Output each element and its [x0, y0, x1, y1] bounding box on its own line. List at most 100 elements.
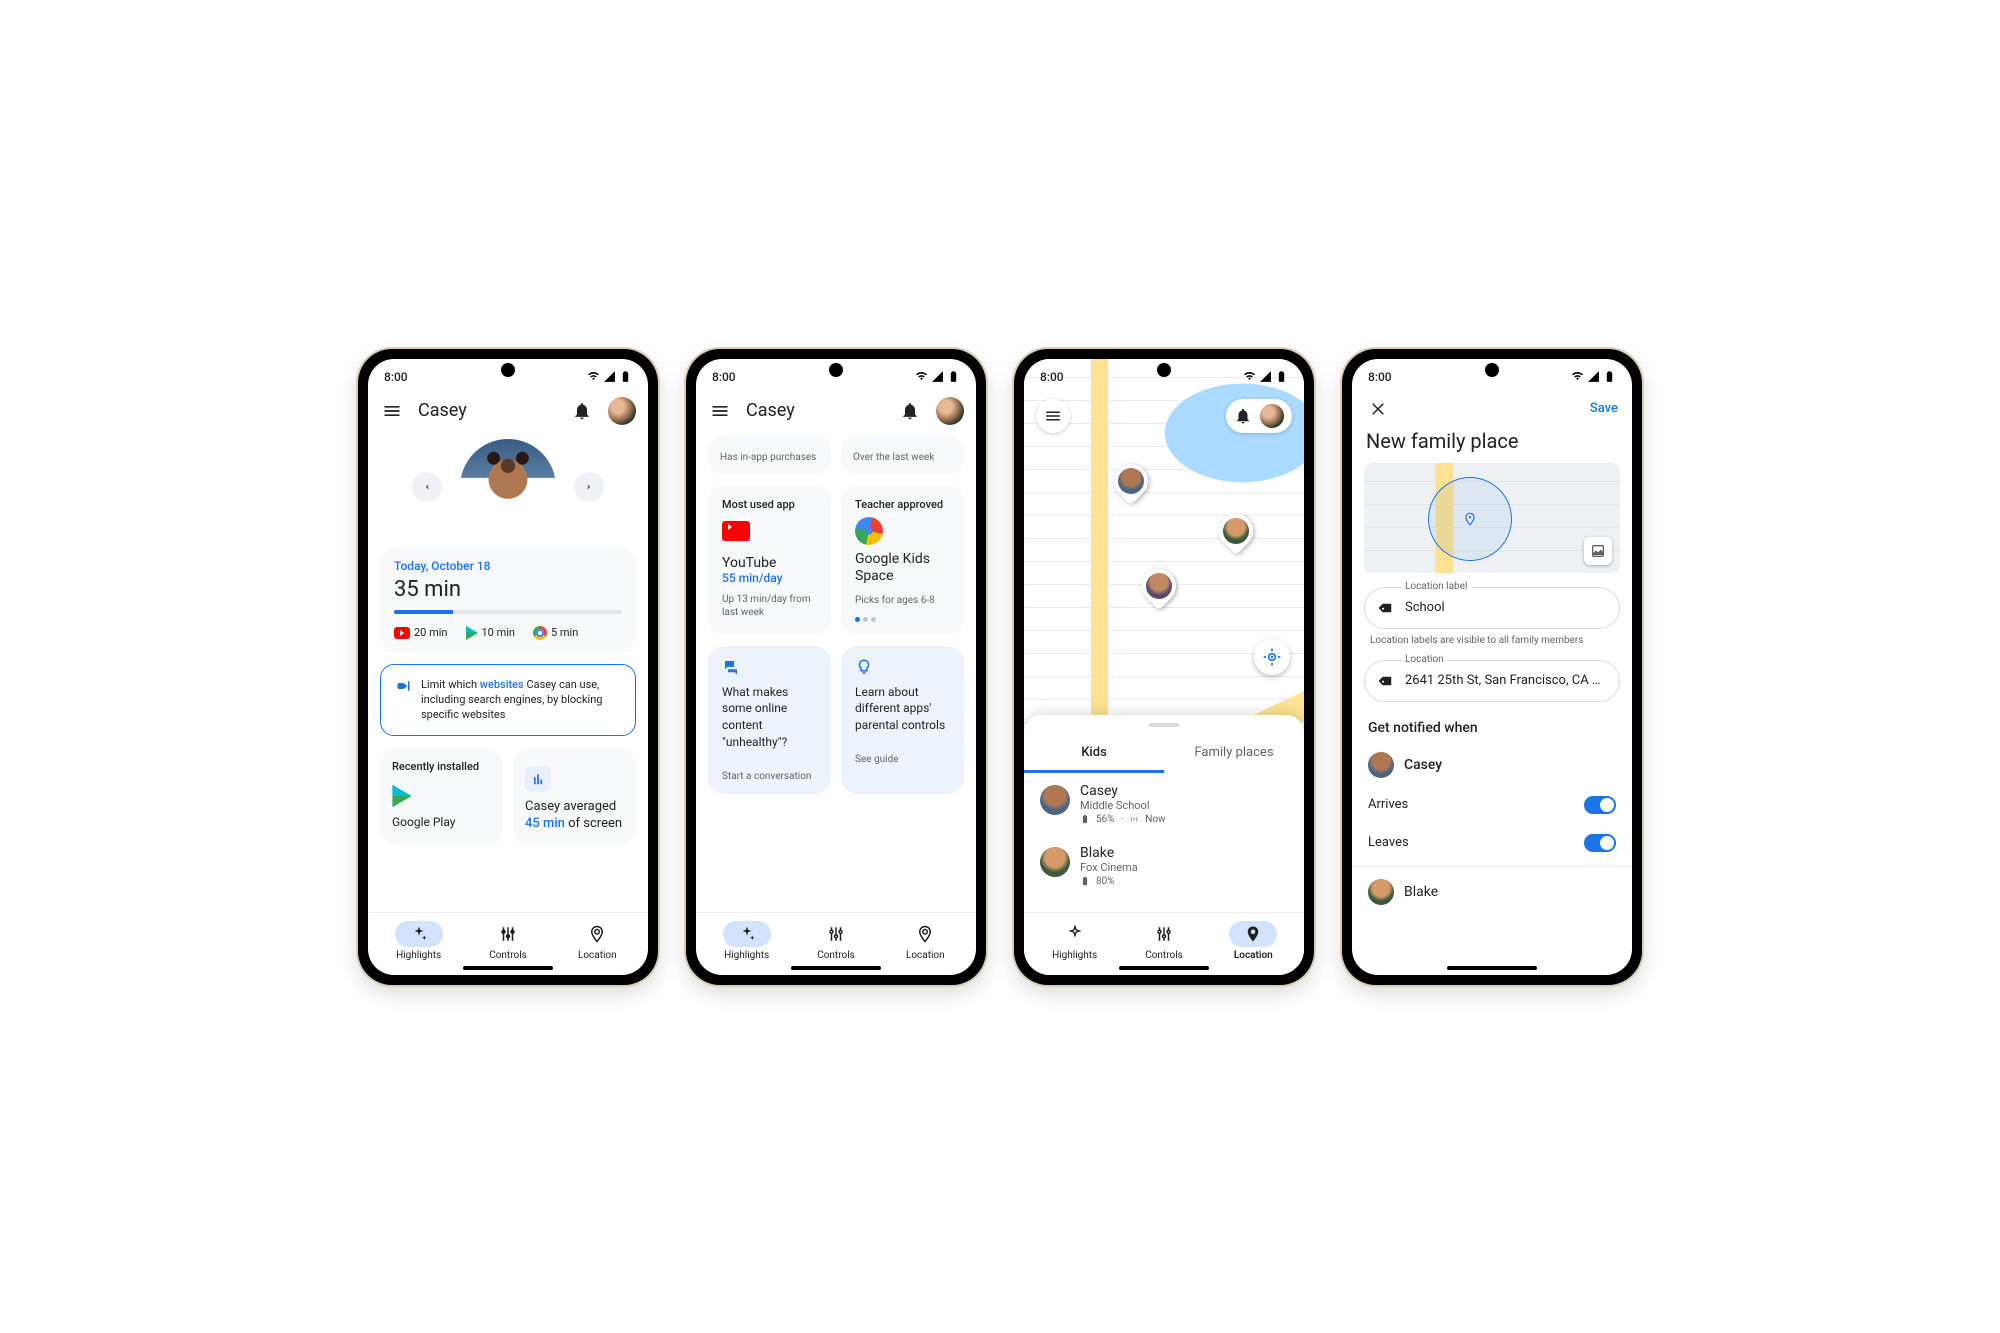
page-title: New family place: [1352, 427, 1632, 463]
phone-new-family-place: 8:00 Save New family place Location labe…: [1342, 349, 1642, 985]
play-icon: [392, 784, 411, 806]
bell-icon[interactable]: [570, 399, 594, 423]
leaves-toggle[interactable]: [1584, 834, 1616, 852]
tab-kids[interactable]: Kids: [1024, 735, 1164, 773]
location-address-field[interactable]: Location 2641 25th St, San Francisco, CA…: [1364, 660, 1620, 702]
guide-card[interactable]: Learn about different apps' parental con…: [841, 646, 964, 794]
arrives-toggle-row: Arrives: [1352, 786, 1632, 824]
battery-icon: [1603, 370, 1616, 383]
carousel-dots: [855, 617, 950, 622]
website-limit-tip[interactable]: Limit which websites Casey can use, incl…: [380, 664, 636, 736]
kid-row-blake[interactable]: Blake Fox Cinema 80%: [1024, 835, 1304, 897]
my-location-button[interactable]: [1254, 639, 1290, 675]
sparkle-icon: [1051, 921, 1099, 947]
map-layers-button[interactable]: [1584, 537, 1612, 565]
app-bar: Casey: [368, 391, 648, 435]
phone-location-map: 8:00 Kids Family places: [1014, 349, 1314, 985]
battery-icon: [1275, 370, 1288, 383]
app-bar: Casey: [696, 391, 976, 435]
leaves-toggle-row: Leaves: [1352, 824, 1632, 862]
app-breakdown: 20 min 10 min 5 min: [394, 626, 622, 640]
location-tabs: Kids Family places: [1024, 735, 1304, 773]
gesture-bar: [1119, 966, 1209, 970]
tag-icon: [1379, 600, 1395, 616]
camera-cutout: [829, 363, 843, 377]
pin-icon: [901, 921, 949, 947]
teacher-approved-card[interactable]: Teacher approved Google Kids Space Picks…: [841, 486, 964, 634]
menu-icon[interactable]: [708, 399, 732, 423]
geofence-radius[interactable]: [1428, 477, 1512, 561]
menu-icon[interactable]: [380, 399, 404, 423]
divider: [1352, 866, 1632, 867]
sliders-icon: [484, 921, 532, 947]
broadcast-icon: [1129, 814, 1139, 824]
timeframe-card-footer[interactable]: Over the last week: [841, 435, 964, 474]
signal-icon: [1259, 370, 1272, 383]
most-used-app-card[interactable]: Most used app YouTube 55 min/day Up 13 m…: [708, 486, 831, 634]
status-time: 8:00: [384, 370, 408, 384]
notifications-avatar-pill[interactable]: [1226, 399, 1292, 433]
gesture-bar: [463, 966, 553, 970]
place-map-preview[interactable]: [1364, 463, 1620, 573]
date-link[interactable]: Today, October 18: [394, 559, 622, 573]
sheet-handle[interactable]: [1149, 723, 1179, 727]
bar-chart-icon: [525, 766, 551, 792]
avatar: [1368, 879, 1394, 905]
avatar: [1040, 785, 1070, 815]
recently-installed-card[interactable]: Recently installed Google Play: [380, 748, 503, 845]
prev-child-button[interactable]: [412, 472, 442, 502]
tag-icon: [1379, 673, 1395, 689]
pin-icon: [1463, 512, 1477, 526]
nav-location[interactable]: Location: [573, 921, 621, 961]
nav-controls[interactable]: Controls: [812, 921, 860, 961]
play-icon: [466, 626, 478, 640]
nav-highlights[interactable]: Highlights: [1051, 921, 1099, 961]
nav-location[interactable]: Location: [1229, 921, 1277, 961]
battery-icon: [1080, 814, 1090, 824]
signal-icon: [1587, 370, 1600, 383]
purchases-card-footer[interactable]: Has in-app purchases: [708, 435, 831, 474]
avatar: [1368, 752, 1394, 778]
youtube-icon: [394, 627, 410, 639]
nav-controls[interactable]: Controls: [484, 921, 532, 961]
nav-controls[interactable]: Controls: [1140, 921, 1188, 961]
phone-highlights-cards: 8:00 Casey Has in-app purchases Over the…: [686, 349, 986, 985]
conversation-card[interactable]: What makes some online content "unhealth…: [708, 646, 831, 794]
average-text: Casey averaged 45 min of screen: [525, 798, 624, 833]
status-time: 8:00: [1368, 370, 1392, 384]
location-bottom-sheet[interactable]: Kids Family places Casey Middle School 5…: [1024, 715, 1304, 975]
child-avatar[interactable]: [460, 439, 556, 535]
sliders-icon: [1140, 921, 1188, 947]
bell-icon[interactable]: [898, 399, 922, 423]
screen-time-bar: [394, 610, 622, 614]
chrome-icon: [533, 626, 547, 640]
close-button[interactable]: [1366, 397, 1390, 421]
average-screen-time-card[interactable]: Casey averaged 45 min of screen: [513, 748, 636, 845]
notify-child-casey: Casey: [1352, 744, 1632, 786]
nav-highlights[interactable]: Highlights: [395, 921, 443, 961]
phone-highlights: 8:00 Casey: [358, 349, 658, 985]
menu-button[interactable]: [1036, 399, 1070, 433]
total-screen-time: 35 min: [394, 577, 622, 602]
wifi-icon: [1243, 370, 1256, 383]
parent-avatar[interactable]: [608, 397, 636, 425]
screen-time-card[interactable]: Today, October 18 35 min 20 min 10 min 5…: [380, 547, 636, 652]
arrives-toggle[interactable]: [1584, 796, 1616, 814]
location-label-field[interactable]: Location label School: [1364, 587, 1620, 629]
kids-space-icon: [852, 514, 885, 547]
parent-avatar[interactable]: [936, 397, 964, 425]
camera-cutout: [501, 363, 515, 377]
websites-link[interactable]: websites: [480, 678, 524, 691]
chat-icon: [722, 658, 817, 676]
camera-cutout: [1485, 363, 1499, 377]
tab-family-places[interactable]: Family places: [1164, 735, 1304, 773]
kid-row-casey[interactable]: Casey Middle School 56% · Now: [1024, 773, 1304, 835]
tip-text: Limit which websites Casey can use, incl…: [421, 677, 623, 723]
status-time: 8:00: [712, 370, 736, 384]
youtube-icon: [722, 521, 750, 541]
next-child-button[interactable]: [574, 472, 604, 502]
camera-cutout: [1157, 363, 1171, 377]
nav-highlights[interactable]: Highlights: [723, 921, 771, 961]
save-button[interactable]: Save: [1590, 401, 1618, 416]
nav-location[interactable]: Location: [901, 921, 949, 961]
